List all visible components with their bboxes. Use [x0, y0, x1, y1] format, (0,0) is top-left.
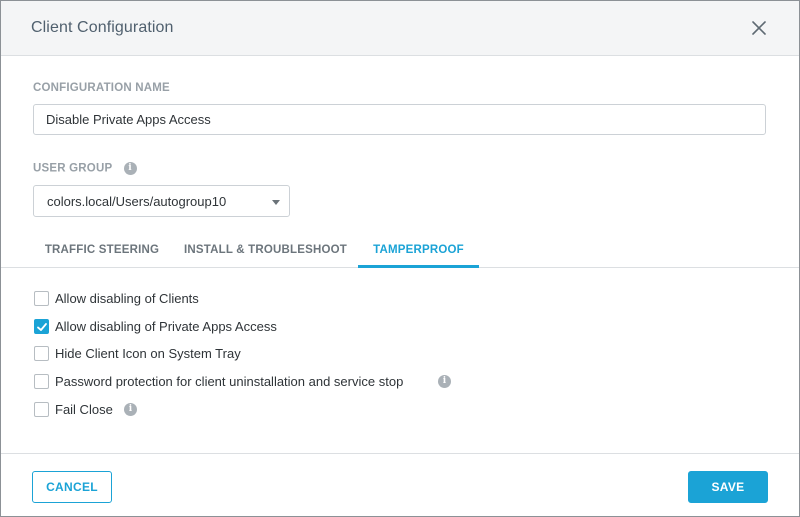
option-fail-close[interactable]: Fail Close i — [34, 402, 144, 420]
info-icon[interactable]: i — [124, 403, 137, 416]
tab-tamperproof[interactable]: TAMPERPROOF — [358, 233, 479, 268]
checkbox[interactable] — [34, 374, 49, 389]
option-label: Fail Close — [55, 402, 113, 417]
dialog-title: Client Configuration — [31, 19, 174, 36]
option-label: Allow disabling of Private Apps Access — [55, 319, 277, 334]
tab-traffic-steering[interactable]: TRAFFIC STEERING — [34, 233, 170, 268]
user-group-value: colors.local/Users/autogroup10 — [47, 194, 227, 209]
checkbox[interactable] — [34, 402, 49, 417]
checkbox[interactable] — [34, 346, 49, 361]
option-password-protection[interactable]: Password protection for client uninstall… — [34, 374, 454, 392]
configuration-name-label: CONFIGURATION NAME — [33, 82, 170, 94]
tab-install-troubleshoot[interactable]: INSTALL & TROUBLESHOOT — [177, 233, 354, 268]
footer-divider — [1, 453, 799, 454]
option-allow-disabling-private-apps[interactable]: Allow disabling of Private Apps Access — [34, 319, 304, 337]
save-button[interactable]: SAVE — [688, 471, 768, 503]
checkmark-icon — [37, 323, 47, 331]
option-label: Password protection for client uninstall… — [55, 374, 404, 389]
checkbox[interactable] — [34, 291, 49, 306]
option-label: Allow disabling of Clients — [55, 291, 199, 306]
option-label: Hide Client Icon on System Tray — [55, 346, 241, 361]
checkbox-checked[interactable] — [34, 319, 49, 334]
cancel-button[interactable]: CANCEL — [32, 471, 112, 503]
dialog-header: Client Configuration — [1, 1, 799, 56]
option-allow-disabling-clients[interactable]: Allow disabling of Clients — [34, 291, 234, 309]
info-icon[interactable]: i — [438, 375, 451, 388]
user-group-select[interactable]: colors.local/Users/autogroup10 — [33, 185, 290, 217]
user-group-label: USER GROUP — [33, 162, 113, 175]
user-group-label-row: USER GROUP i — [33, 162, 137, 175]
client-configuration-dialog: Client Configuration CONFIGURATION NAME … — [0, 0, 800, 517]
info-icon[interactable]: i — [123, 162, 137, 175]
tab-bar: TRAFFIC STEERING INSTALL & TROUBLESHOOT … — [1, 233, 799, 268]
chevron-down-icon — [272, 200, 280, 205]
close-icon[interactable] — [749, 18, 769, 38]
option-hide-client-icon[interactable]: Hide Client Icon on System Tray — [34, 346, 264, 364]
configuration-name-input[interactable] — [33, 104, 766, 135]
